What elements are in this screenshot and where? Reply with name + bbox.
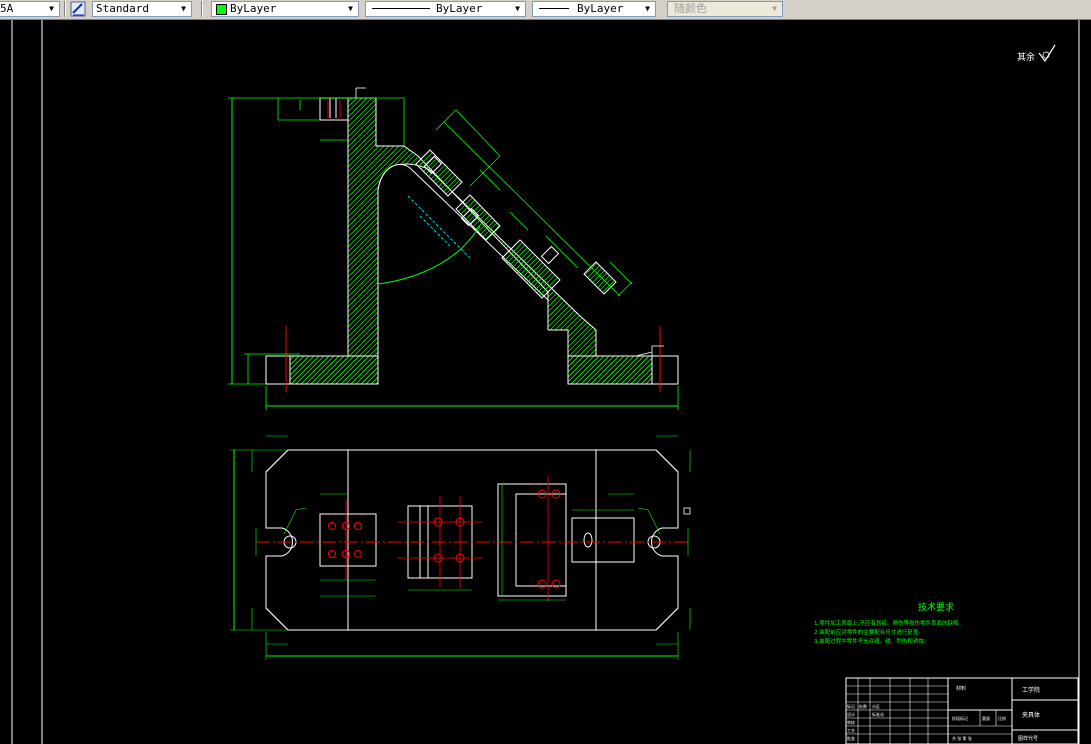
properties-toolbar: 5A ▼ Standard ▼ ByLayer ▼ ByLayer ▼ ByLa… (0, 0, 1091, 20)
tech-note-1: 1.零件加工表面上,不应有划痕、擦伤等损伤零件表面的缺陷。 (814, 619, 964, 627)
linetype-value: ByLayer (436, 2, 483, 15)
tech-title: 技术要求 (918, 601, 954, 613)
tb-cell: 阶段标记 (952, 715, 968, 721)
linetype-sample-icon (372, 8, 430, 9)
toolbar-separator (64, 1, 66, 17)
tb-cell: 审核 (847, 719, 855, 725)
lineweight-dropdown[interactable]: ByLayer ▼ (532, 1, 656, 17)
tb-cell: 共 张 第 张 (952, 735, 972, 741)
toolbar-separator (201, 1, 203, 17)
chevron-down-icon[interactable]: ▼ (768, 3, 781, 15)
text-style-dropdown[interactable]: 5A ▼ (0, 1, 60, 17)
tb-material: 材料 (956, 685, 966, 692)
drawing-canvas[interactable]: 其余 技术要求 1.零件加工表面上,不应有划痕、擦伤等损伤零件表面的缺陷。 2.… (0, 20, 1091, 744)
chevron-down-icon[interactable]: ▼ (45, 3, 58, 15)
tb-cell: 工艺 (847, 728, 855, 733)
tb-cell: 重量 (982, 715, 990, 721)
tb-cell: 分区 (872, 703, 880, 709)
title-block: 材料 工学院 夹具体 图样代号 标记 处数 分区 设计 标准化 阶段标记 重量 … (845, 677, 1079, 744)
locator-block (571, 517, 635, 563)
text-style-value: 5A (0, 2, 14, 15)
tb-cell: 标记 (847, 703, 855, 709)
top-view (230, 435, 691, 660)
dimension-style-value: Standard (96, 2, 149, 15)
technical-requirements: 技术要求 1.零件加工表面上,不应有划痕、擦伤等损伤零件表面的缺陷。 2.装配前… (814, 601, 964, 645)
linetype-dropdown[interactable]: ByLayer ▼ (365, 1, 526, 17)
tb-cell: 设计 (847, 711, 855, 717)
dimension-style-icon[interactable] (70, 1, 86, 17)
chevron-down-icon[interactable]: ▼ (511, 3, 524, 15)
tb-company: 工学院 (1022, 686, 1040, 694)
right-support-block (497, 483, 567, 597)
tb-cell: 处数 (859, 703, 867, 709)
dimension-style-dropdown[interactable]: Standard ▼ (92, 1, 192, 17)
chevron-down-icon[interactable]: ▼ (344, 3, 357, 15)
tb-cell: 比例 (998, 715, 1006, 721)
plot-style-dropdown[interactable]: 随颜色 ▼ (667, 1, 783, 17)
color-value: ByLayer (230, 2, 277, 15)
color-swatch-icon (216, 4, 227, 15)
front-view (228, 87, 679, 410)
chevron-down-icon[interactable]: ▼ (177, 3, 190, 15)
lineweight-value: ByLayer (577, 2, 624, 15)
roughness-label: 其余 (1017, 51, 1035, 63)
lineweight-sample-icon (539, 8, 569, 9)
color-dropdown[interactable]: ByLayer ▼ (211, 1, 359, 17)
tb-part-name: 夹具体 (1022, 711, 1040, 719)
tb-cell: 批准 (847, 735, 855, 741)
roughness-symbol: 其余 (1017, 44, 1056, 63)
plot-style-value: 随颜色 (674, 2, 707, 15)
tech-note-3: 3.装配过程中零件不允许磕、碰、划伤和锈蚀。 (814, 637, 929, 645)
tech-note-2: 2.装配前应对零件的主要配合尺寸进行复查。 (814, 628, 924, 636)
roughness-check-icon (1038, 44, 1056, 63)
tb-cell: 标准化 (872, 711, 884, 717)
tb-drawing-code: 图样代号 (1018, 735, 1038, 742)
chevron-down-icon[interactable]: ▼ (641, 3, 654, 15)
